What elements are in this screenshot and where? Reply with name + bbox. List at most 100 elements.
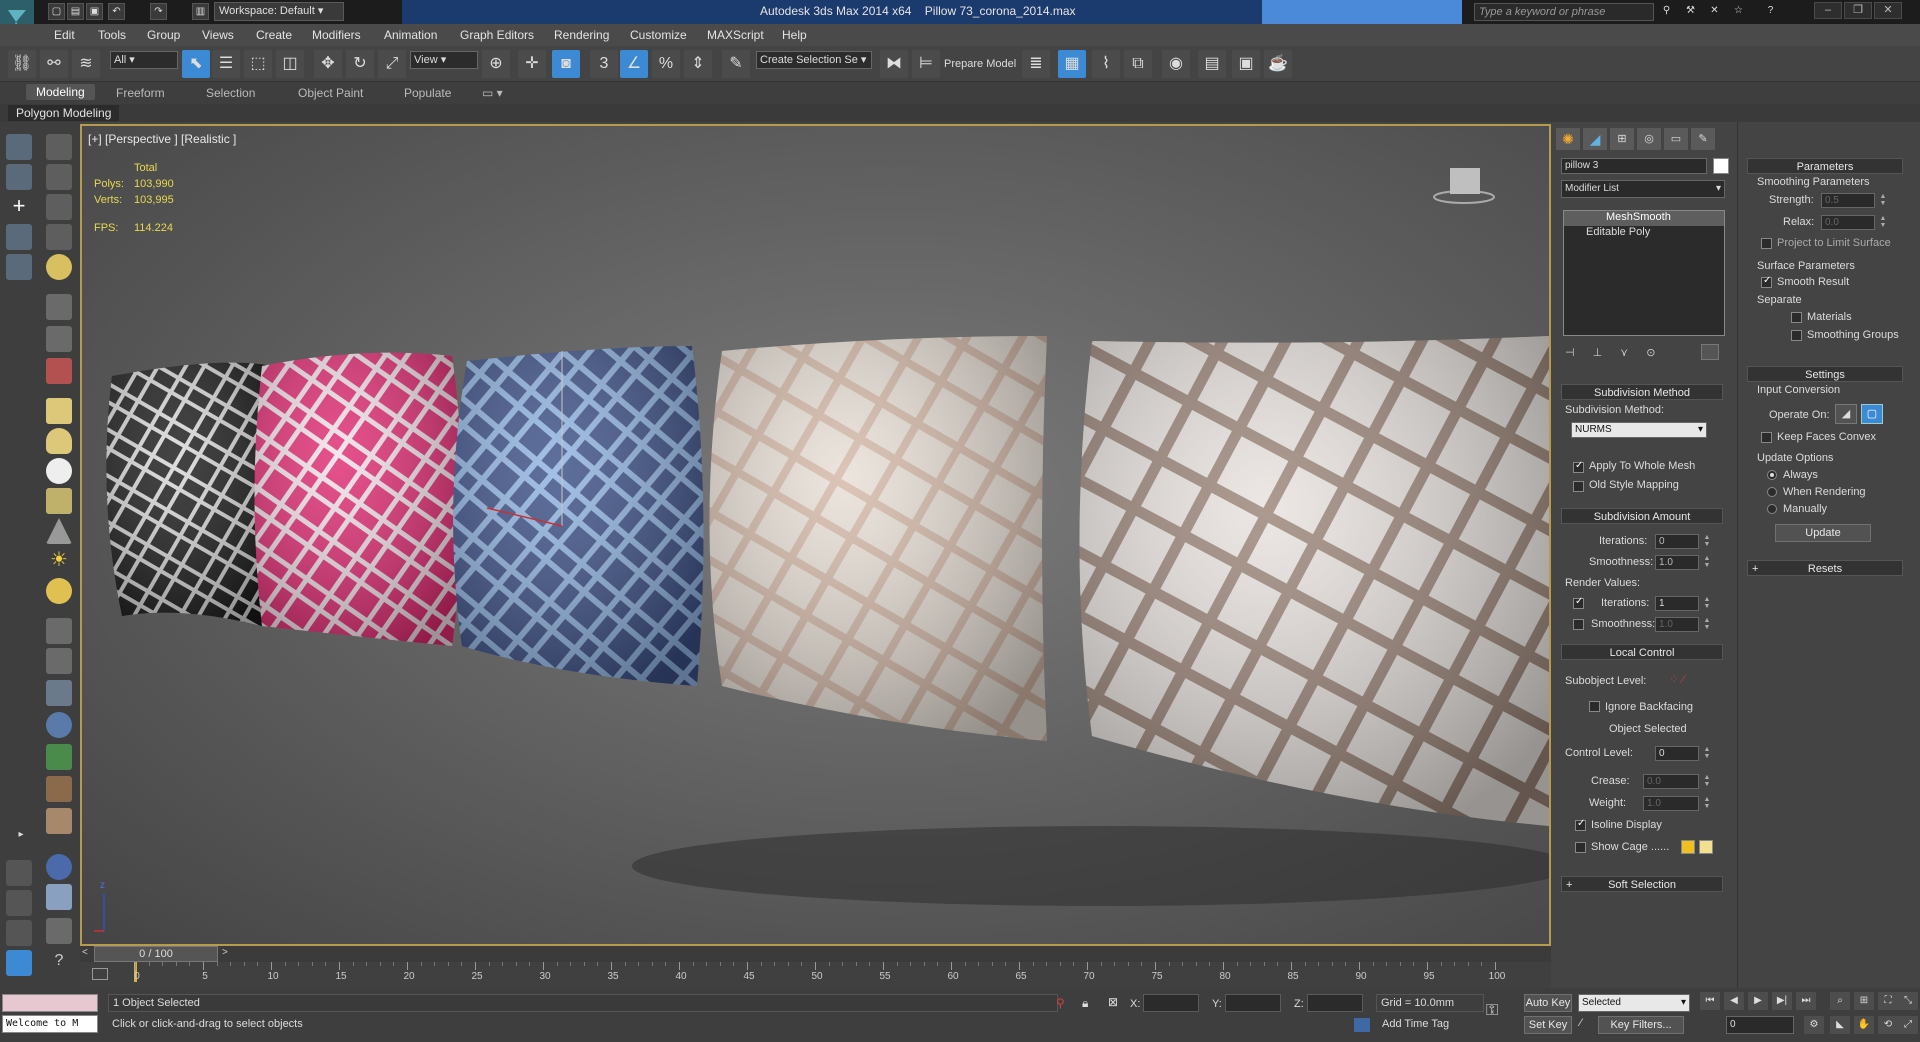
dome-icon[interactable] [46, 428, 72, 454]
link-icon[interactable]: ⛓ [8, 50, 36, 78]
polygon-modeling-panel[interactable]: Polygon Modeling [8, 105, 120, 121]
table-icon[interactable] [46, 224, 72, 250]
mirror-icon[interactable]: ⧓ [880, 50, 908, 78]
render-iterations-checkbox[interactable] [1573, 596, 1584, 609]
pillow-blue[interactable] [453, 346, 704, 686]
open-file-icon[interactable]: ▤ [67, 3, 84, 20]
absolute-mode-icon[interactable]: ⊠ [1108, 995, 1118, 1009]
project-folder-icon[interactable]: ▥ [192, 3, 209, 20]
weight-input[interactable]: 1.0 [1643, 796, 1699, 811]
strength-spinner[interactable]: ▲ ▼ [1879, 193, 1887, 208]
close-button[interactable]: ✕ [1874, 2, 1902, 19]
viewport-layout-2-icon[interactable] [6, 890, 32, 916]
percent-snap-icon[interactable]: % [652, 50, 680, 78]
rotate-icon[interactable]: ↻ [346, 50, 374, 78]
create-tab-icon[interactable]: ✺ [1556, 128, 1580, 150]
prepare-model-label[interactable]: Prepare Model [944, 58, 1016, 70]
menu-create[interactable]: Create [256, 28, 292, 42]
tab-modeling[interactable]: Modeling [26, 84, 95, 100]
viewport-layout-3-icon[interactable] [6, 920, 32, 946]
undo-icon[interactable]: ↶ [108, 3, 125, 20]
motion-tab-icon[interactable]: ◎ [1637, 128, 1661, 150]
old-style-mapping-checkbox[interactable] [1573, 481, 1584, 492]
maximize-button[interactable]: ❐ [1844, 2, 1872, 19]
y-coordinate-input[interactable] [1225, 994, 1281, 1012]
redo-icon[interactable]: ↷ [150, 3, 167, 20]
relax-input[interactable]: 0.0 [1821, 215, 1875, 230]
iterations-spinner[interactable]: ▲ ▼ [1703, 534, 1711, 549]
named-selection-set-dropdown[interactable]: Create Selection Se ▾ [756, 51, 872, 69]
subdivision-method-rollout[interactable]: Subdivision Method [1561, 384, 1723, 400]
selection-lock-icon[interactable]: 🔒︎ [1082, 996, 1088, 1011]
subdivision-amount-rollout[interactable]: Subdivision Amount [1561, 508, 1723, 524]
scene-explorer-icon[interactable] [6, 134, 32, 160]
tab-selection[interactable]: Selection [206, 86, 255, 100]
menu-group[interactable]: Group [147, 28, 180, 42]
keyboard-shortcut-override-icon[interactable]: ◙ [552, 50, 580, 78]
snaps-toggle-icon[interactable]: 3 [590, 50, 618, 78]
pillow-cream[interactable] [1079, 336, 1550, 826]
crease-input[interactable]: 0.0 [1643, 774, 1699, 789]
render-setup-side-icon[interactable] [46, 194, 72, 220]
menu-animation[interactable]: Animation [384, 28, 437, 42]
parameters-rollout[interactable]: Parameters [1747, 158, 1903, 174]
cage-color-2-swatch[interactable] [1699, 840, 1713, 854]
stack-item-meshsmooth[interactable]: MeshSmooth [1564, 211, 1724, 226]
expand-arrow-icon[interactable]: ▸ [8, 822, 34, 848]
time-prev-icon[interactable]: < [82, 947, 88, 958]
control-level-spinner[interactable]: ▲ ▼ [1703, 746, 1711, 761]
shell-icon[interactable] [46, 808, 72, 834]
stack-item-editable-poly[interactable]: Editable Poly [1564, 226, 1724, 241]
maximize-viewport-icon[interactable]: ⤡ [1898, 992, 1918, 1010]
geosphere-icon[interactable] [46, 488, 72, 514]
hierarchy-tab-icon[interactable]: ⊞ [1610, 128, 1634, 150]
select-object-icon[interactable]: ⬉ [182, 50, 210, 78]
window-crossing-icon[interactable]: ◫ [276, 50, 304, 78]
goto-end-icon[interactable]: ⏭ [1796, 992, 1816, 1010]
save-file-icon[interactable]: ▣ [86, 3, 103, 20]
selection-filter-dropdown[interactable]: All ▾ [110, 51, 178, 69]
previous-frame-icon[interactable]: ◀ [1724, 992, 1744, 1010]
configure-sets-icon[interactable] [1701, 344, 1719, 360]
subobject-vertex-edge-icons[interactable]: ⁘ ∕ [1669, 672, 1684, 686]
show-cage-checkbox[interactable] [1575, 842, 1586, 853]
display-tab-icon[interactable]: ▭ [1664, 128, 1688, 150]
pivot-center-icon[interactable]: ⊕ [482, 50, 510, 78]
time-next-icon[interactable]: > [222, 947, 228, 958]
object-name-field[interactable]: pillow 3 [1561, 158, 1707, 174]
time-slider-thumb[interactable]: 0 / 100 [94, 946, 218, 962]
crease-spinner[interactable]: ▲ ▼ [1703, 774, 1711, 789]
iterations-input[interactable]: 0 [1655, 534, 1699, 549]
menu-maxscript[interactable]: MAXScript [707, 28, 764, 42]
light-bulb-icon[interactable] [46, 254, 72, 280]
isoline-display-checkbox[interactable] [1575, 818, 1586, 831]
update-button[interactable]: Update [1775, 524, 1871, 542]
x-coordinate-input[interactable] [1143, 994, 1199, 1012]
binoculars-icon[interactable]: ⚲ [1658, 3, 1675, 20]
auto-key-button[interactable]: Auto Key [1524, 994, 1572, 1012]
reference-coordinate-dropdown[interactable]: View ▾ [410, 51, 478, 69]
select-manipulate-icon[interactable]: ✛ [518, 50, 546, 78]
menu-graph-editors[interactable]: Graph Editors [460, 28, 534, 42]
ribbon-options-icon[interactable]: ▭ ▾ [482, 86, 503, 100]
strength-input[interactable]: 0.5 [1821, 193, 1875, 208]
modifier-list-dropdown[interactable]: Modifier List ▾ [1561, 180, 1725, 198]
key-filters-button[interactable]: Key Filters... [1598, 1016, 1684, 1034]
render-iterations-input[interactable]: 1 [1655, 596, 1699, 611]
workspace-dropdown[interactable]: Workspace: Default ▾ [214, 2, 344, 21]
render-smoothness-spinner[interactable]: ▲ ▼ [1703, 617, 1711, 632]
maxscript-listener[interactable]: Welcome to M [2, 1015, 98, 1033]
set-key-button[interactable]: Set Key [1524, 1016, 1572, 1034]
stack-tools-icons[interactable]: ⊣⊥⋎⊙ [1565, 346, 1673, 359]
sun-icon[interactable]: ☀ [46, 548, 72, 574]
create-plus-icon[interactable]: + [6, 194, 32, 220]
next-frame-icon[interactable]: ▶| [1772, 992, 1792, 1010]
when-rendering-radio[interactable] [1767, 487, 1777, 497]
control-level-input[interactable]: 0 [1655, 746, 1699, 761]
edit-named-selection-icon[interactable]: ✎ [722, 50, 750, 78]
sphere-icon[interactable] [46, 458, 72, 484]
tab-object-paint[interactable]: Object Paint [298, 86, 363, 100]
relax-spinner[interactable]: ▲ ▼ [1879, 215, 1887, 230]
viewport-layout-1-icon[interactable] [6, 860, 32, 886]
eye-icon[interactable] [46, 358, 72, 384]
